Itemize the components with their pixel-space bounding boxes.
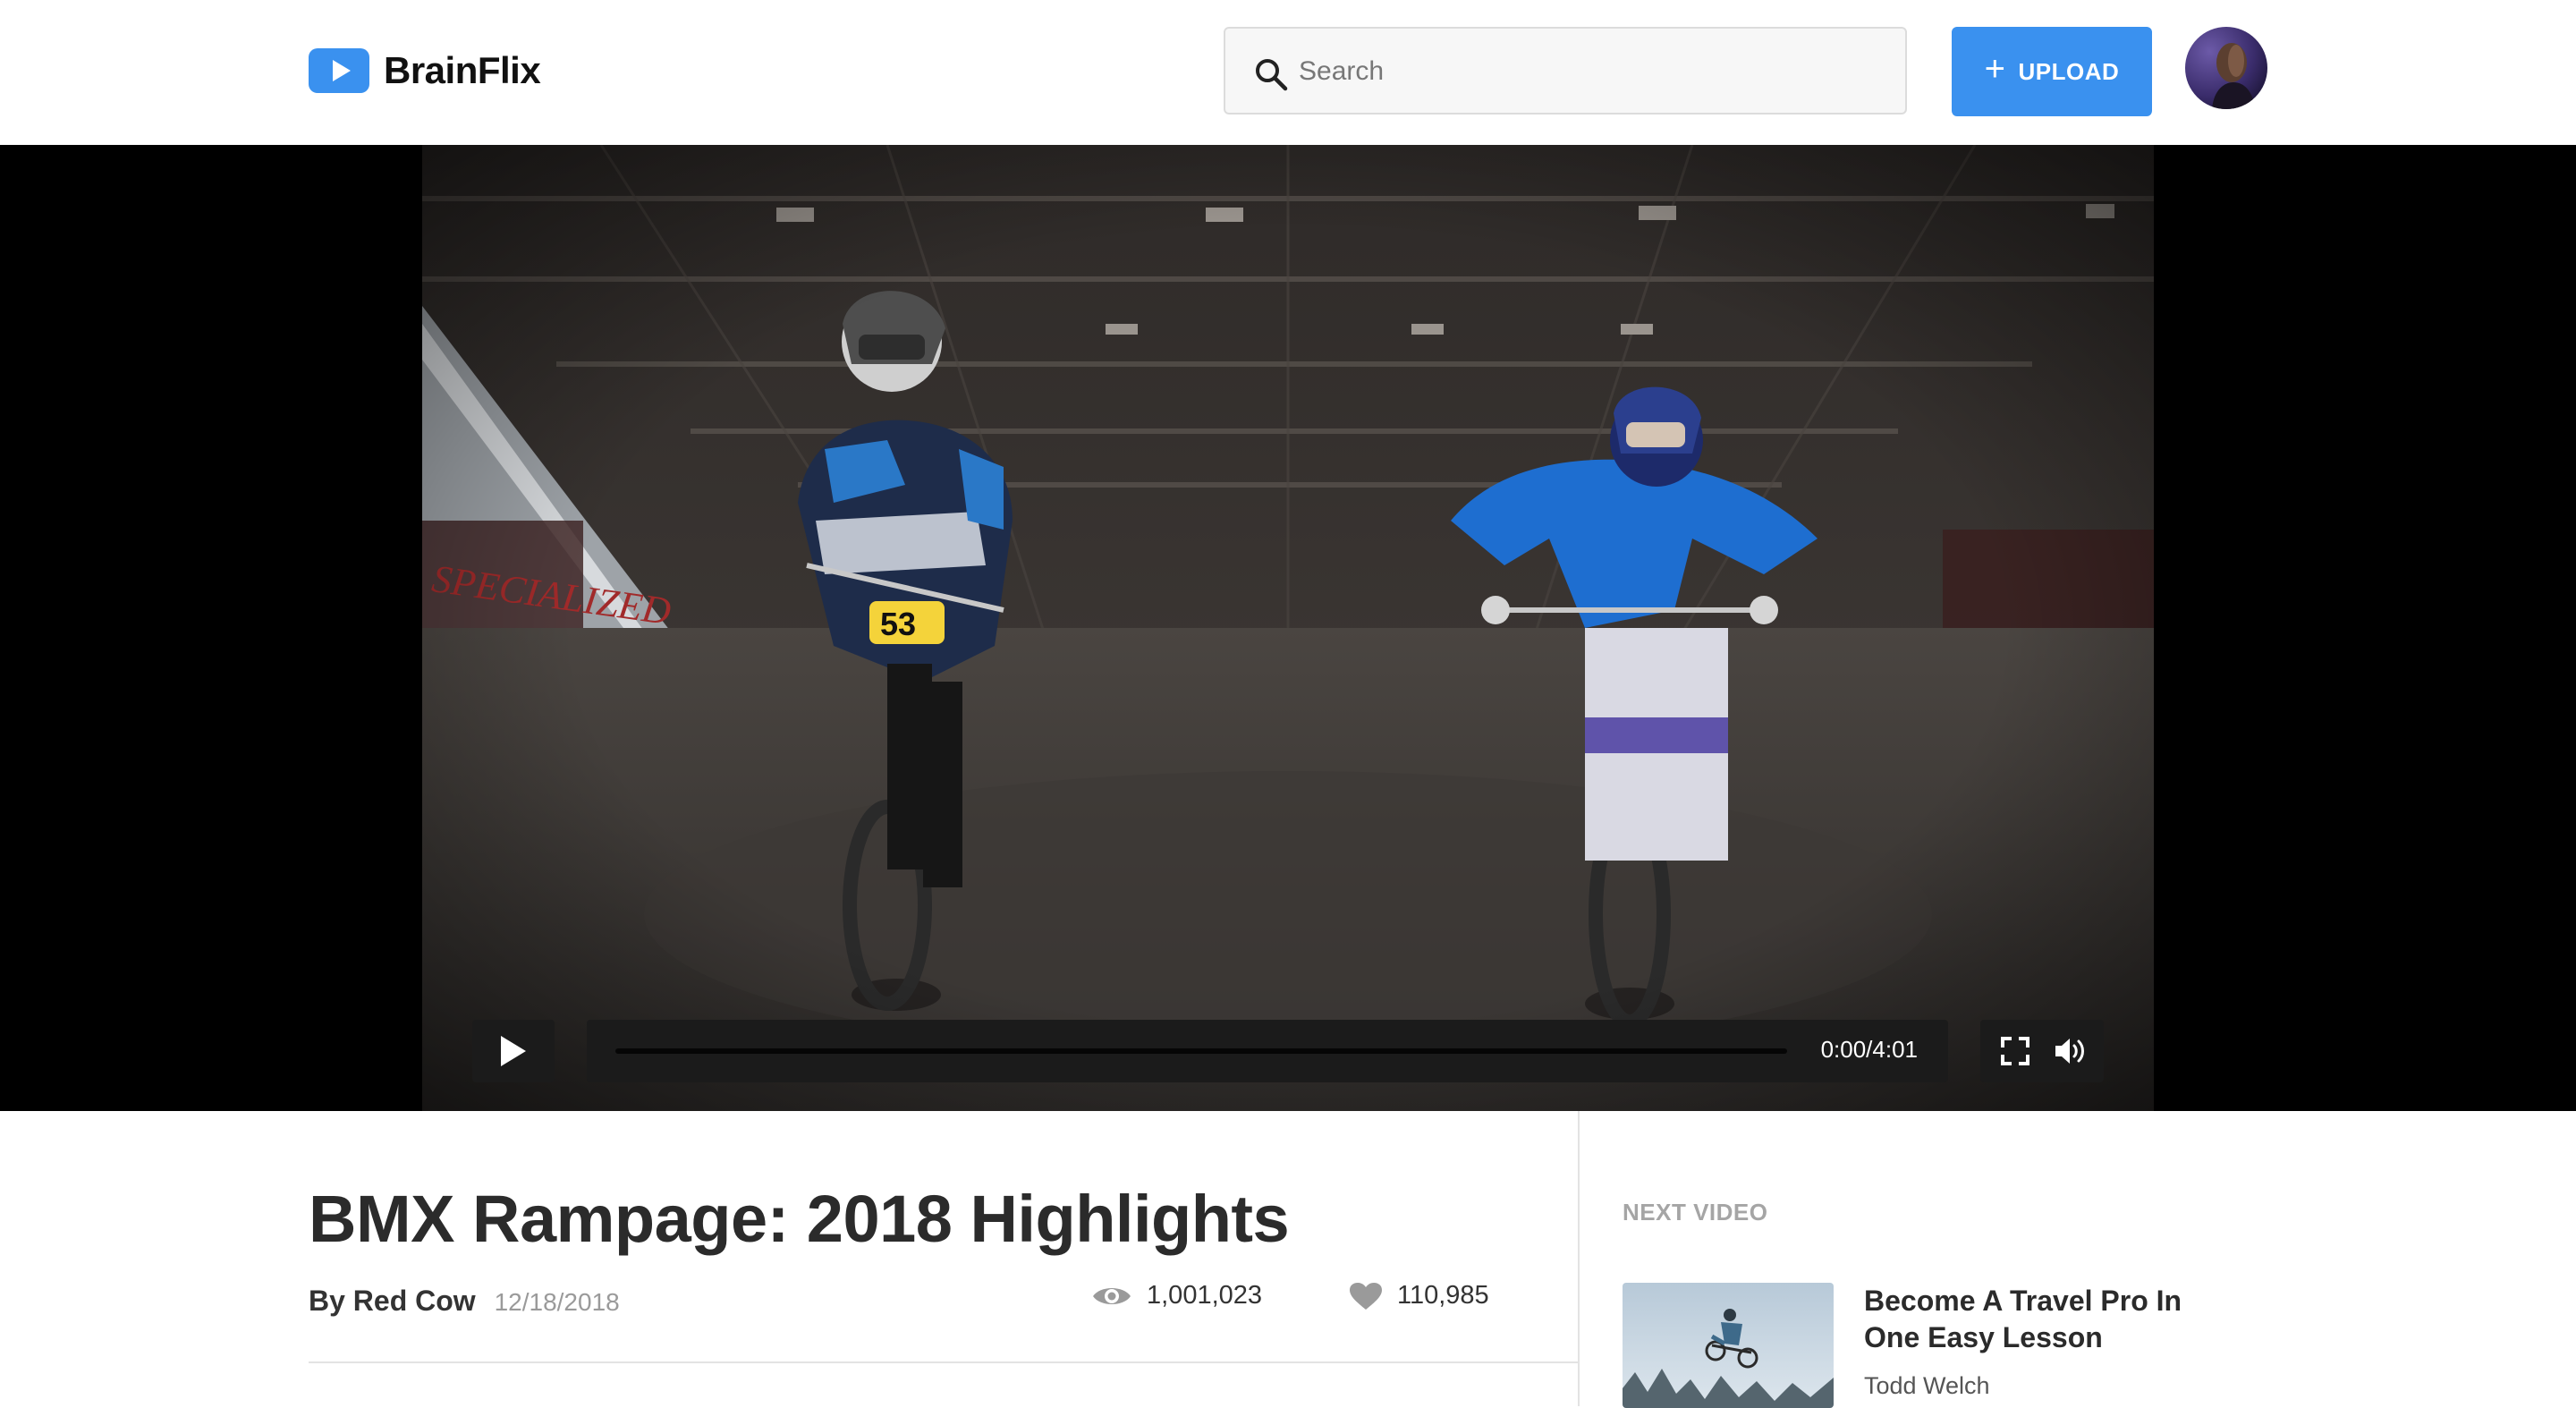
- volume-icon[interactable]: [2054, 1036, 2088, 1066]
- eye-icon: [1093, 1287, 1131, 1304]
- heart-icon[interactable]: [1349, 1282, 1383, 1310]
- search-box[interactable]: [1224, 27, 1907, 115]
- upload-label: UPLOAD: [2018, 57, 2120, 85]
- views-count: 1,001,023: [1147, 1281, 1263, 1310]
- time-display: 0:00/4:01: [1820, 1036, 1918, 1063]
- avatar-image: [2185, 27, 2267, 109]
- sidebar-divider: [1578, 1111, 1580, 1406]
- video-author[interactable]: By Red Cow: [309, 1285, 476, 1317]
- upload-button[interactable]: + UPLOAD: [1952, 27, 2152, 116]
- next-video-author: Todd Welch: [1864, 1372, 1990, 1399]
- play-logo-icon: [309, 48, 369, 93]
- likes-count: 110,985: [1397, 1281, 1489, 1310]
- video-title: BMX Rampage: 2018 Highlights: [309, 1182, 1290, 1256]
- player-extra-controls: [1980, 1020, 2104, 1082]
- progress-track[interactable]: [615, 1048, 1787, 1054]
- scrubber-bar[interactable]: 0:00/4:01: [587, 1020, 1948, 1082]
- video-byline: By Red Cow 12/18/2018: [309, 1285, 620, 1318]
- next-video-title[interactable]: Become A Travel Pro In One Easy Lesson: [1864, 1283, 2204, 1356]
- video-frame[interactable]: SPECIALIZED 53: [422, 145, 2154, 1111]
- next-video-thumbnail[interactable]: [1623, 1283, 1834, 1408]
- site-header: BrainFlix + UPLOAD: [0, 0, 2576, 146]
- fullscreen-icon[interactable]: [2000, 1036, 2030, 1066]
- video-poster: SPECIALIZED 53: [422, 145, 2154, 1111]
- plus-icon: +: [1984, 49, 2006, 89]
- next-video-card[interactable]: Become A Travel Pro In One Easy Lesson T…: [1623, 1283, 2195, 1408]
- views-counter: 1,001,023: [1091, 1281, 1262, 1310]
- video-date: 12/18/2018: [494, 1288, 620, 1316]
- likes-counter[interactable]: 110,985: [1349, 1281, 1489, 1310]
- user-avatar[interactable]: [2185, 27, 2267, 109]
- search-input[interactable]: [1297, 45, 1873, 98]
- play-button[interactable]: [472, 1020, 555, 1082]
- content-divider: [309, 1361, 1578, 1363]
- brainflix-logo[interactable]: BrainFlix: [309, 45, 541, 97]
- search-icon: [1256, 59, 1288, 91]
- next-video-heading: NEXT VIDEO: [1623, 1199, 1768, 1226]
- logo-text: BrainFlix: [384, 49, 541, 91]
- next-video-thumbnail-image: [1623, 1283, 1834, 1408]
- video-player[interactable]: SPECIALIZED 53: [0, 145, 2576, 1111]
